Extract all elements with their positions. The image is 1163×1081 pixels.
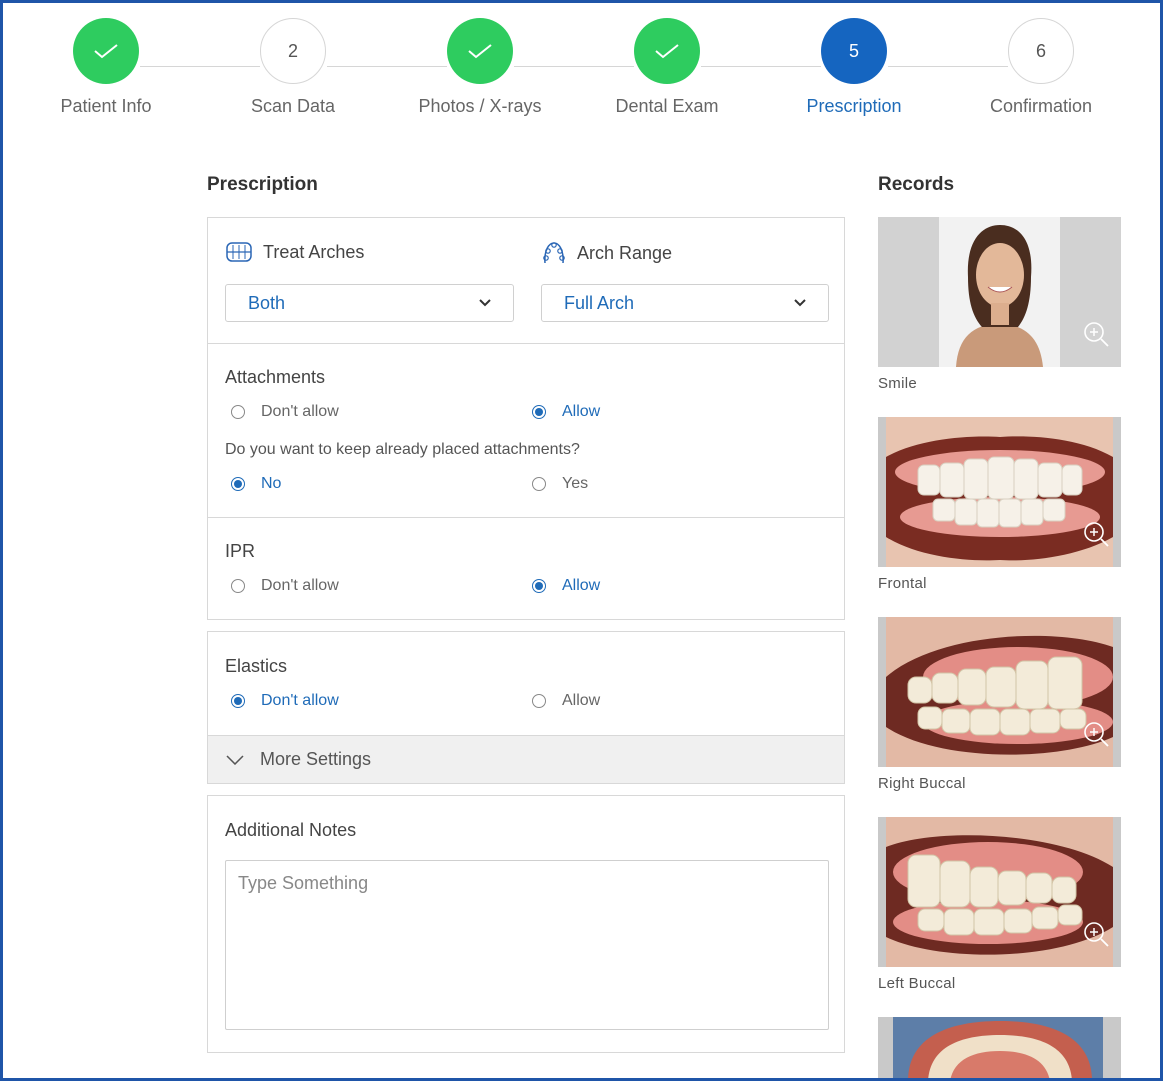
step-complete-circle (634, 18, 700, 84)
radio-circle (532, 579, 546, 593)
radio-label: Allow (562, 577, 601, 594)
teeth-icon (226, 242, 252, 262)
radio-circle (231, 405, 245, 419)
record-smile[interactable]: Smile (878, 217, 1121, 392)
treat-arches-label: Treat Arches (263, 241, 365, 262)
arch-range-label: Arch Range (577, 242, 673, 263)
attachments-section: Attachments Don't allow Allow Do you wan… (208, 344, 844, 518)
record-left-buccal[interactable]: Left Buccal (878, 817, 1121, 992)
step-label: Photos / X-rays (418, 96, 542, 116)
more-settings-label: More Settings (260, 749, 372, 769)
record-occlusal[interactable] (878, 1017, 1121, 1081)
elastics-card: Elastics Don't allow Allow More Settings (207, 631, 845, 784)
zoom-in-icon[interactable] (1081, 719, 1111, 749)
attachments-dont-allow-radio[interactable]: Don't allow (231, 403, 339, 421)
radio-circle (231, 694, 245, 708)
zoom-in-icon[interactable] (1081, 519, 1111, 549)
step-prescription[interactable]: 5 Prescription (774, 18, 934, 117)
attachments-title: Attachments (225, 367, 326, 387)
additional-notes-textarea[interactable]: Type Something (225, 860, 829, 1030)
radio-label: Yes (562, 475, 589, 492)
right-buccal-photo[interactable] (878, 617, 1121, 767)
smile-photo[interactable] (878, 217, 1121, 367)
chevron-down-icon (479, 299, 491, 307)
notes-title: Additional Notes (225, 820, 357, 840)
step-label: Patient Info (60, 96, 152, 116)
step-confirmation[interactable]: 6 Confirmation (961, 18, 1121, 117)
occlusal-teeth-image (878, 1017, 1121, 1081)
ipr-allow-radio[interactable]: Allow (532, 577, 600, 595)
frontal-photo[interactable] (878, 417, 1121, 567)
radio-label: Allow (562, 403, 601, 420)
radio-circle (231, 477, 245, 491)
record-caption: Right Buccal (878, 775, 966, 792)
record-frontal[interactable]: Frontal (878, 417, 1121, 592)
step-scan-data[interactable]: 2 Scan Data (213, 18, 373, 117)
radio-label: Don't allow (261, 692, 339, 709)
elastics-allow-radio[interactable]: Allow (532, 692, 600, 710)
chevron-down-icon (226, 754, 244, 765)
arch-range-label-row: Arch Range (541, 240, 672, 266)
chevron-down-icon (794, 299, 806, 307)
radio-label: Don't allow (261, 577, 339, 594)
keep-attachments-yes-radio[interactable]: Yes (532, 475, 588, 493)
ipr-section: IPR Don't allow Allow (208, 518, 844, 619)
step-dental-exam[interactable]: Dental Exam (587, 18, 747, 117)
prescription-card: Treat Arches Arch Range Both Full Arch A… (207, 217, 845, 620)
radio-circle (532, 694, 546, 708)
elastics-dont-allow-radio[interactable]: Don't allow (231, 692, 339, 710)
step-patient-info[interactable]: Patient Info (26, 18, 186, 117)
more-settings-toggle[interactable]: More Settings (208, 735, 844, 783)
progress-stepper: Patient Info 2 Scan Data Photos / X-rays… (0, 18, 1163, 128)
occlusal-photo[interactable] (878, 1017, 1121, 1081)
notes-card: Additional Notes Type Something (207, 795, 845, 1053)
attachments-allow-radio[interactable]: Allow (532, 403, 600, 421)
arches-section: Treat Arches Arch Range Both Full Arch (208, 218, 844, 344)
radio-circle (532, 405, 546, 419)
keep-attachments-no-radio[interactable]: No (231, 475, 281, 493)
step-number-circle: 2 (260, 18, 326, 84)
step-number-circle: 6 (1008, 18, 1074, 84)
zoom-in-icon[interactable] (1081, 319, 1111, 349)
treat-arches-value: Both (248, 292, 286, 313)
step-label: Dental Exam (615, 96, 719, 116)
step-photos-xrays[interactable]: Photos / X-rays (400, 18, 560, 117)
checkmark-icon (94, 44, 118, 59)
elastics-title: Elastics (225, 656, 288, 676)
step-complete-circle (73, 18, 139, 84)
checkmark-icon (655, 44, 679, 59)
prescription-title: Prescription (207, 174, 318, 195)
ipr-title: IPR (225, 541, 256, 561)
radio-label: Allow (562, 692, 601, 709)
records-title: Records (878, 174, 955, 195)
left-buccal-photo[interactable] (878, 817, 1121, 967)
step-label: Prescription (806, 96, 902, 116)
arch-icon (543, 242, 565, 264)
keep-attachments-question: Do you want to keep already placed attac… (225, 441, 580, 458)
step-label: Confirmation (989, 96, 1093, 116)
radio-circle (532, 477, 546, 491)
radio-circle (231, 579, 245, 593)
radio-label: No (261, 475, 282, 492)
treat-arches-label-row: Treat Arches (225, 240, 364, 264)
arch-range-select[interactable]: Full Arch (541, 284, 829, 322)
record-caption: Smile (878, 375, 918, 392)
arch-range-value: Full Arch (564, 292, 635, 313)
radio-label: Don't allow (261, 403, 339, 420)
record-caption: Left Buccal (878, 975, 956, 992)
step-number-circle: 5 (821, 18, 887, 84)
zoom-in-icon[interactable] (1081, 919, 1111, 949)
ipr-dont-allow-radio[interactable]: Don't allow (231, 577, 339, 595)
checkmark-icon (468, 44, 492, 59)
step-label: Scan Data (250, 96, 336, 116)
step-complete-circle (447, 18, 513, 84)
record-right-buccal[interactable]: Right Buccal (878, 617, 1121, 792)
record-caption: Frontal (878, 575, 927, 592)
treat-arches-select[interactable]: Both (225, 284, 514, 322)
